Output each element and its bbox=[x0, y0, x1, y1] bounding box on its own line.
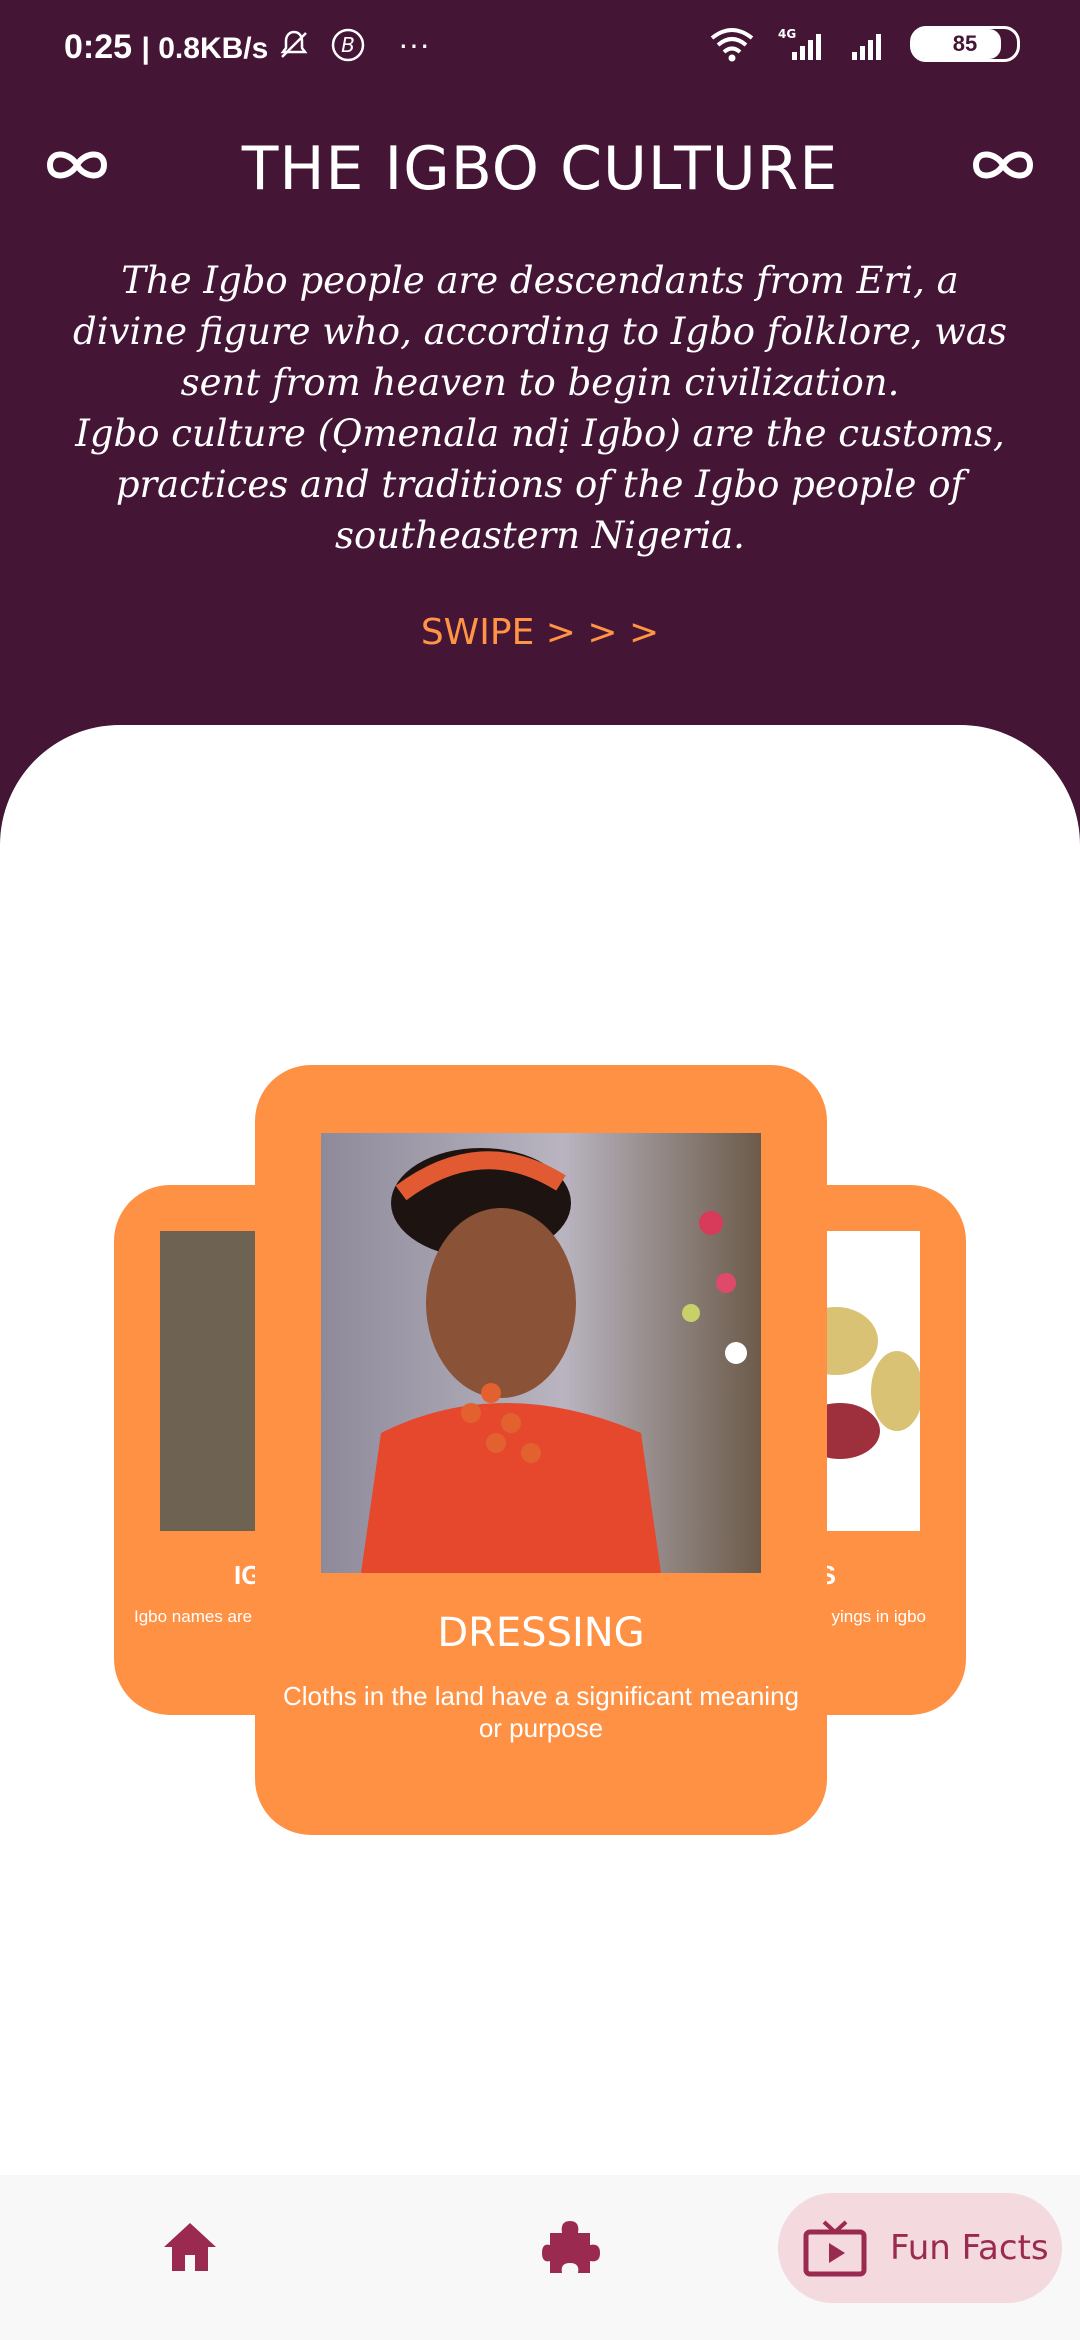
card-dressing-image bbox=[321, 1133, 761, 1573]
card-dressing-subtitle: Cloths in the land have a significant me… bbox=[283, 1681, 799, 1743]
card-dressing-title: DRESSING bbox=[437, 1610, 645, 1656]
tv-play-icon bbox=[803, 2220, 867, 2277]
wifi-icon bbox=[710, 28, 754, 62]
puzzle-icon[interactable] bbox=[540, 2215, 602, 2277]
status-time: 0:25 | 0.8KB/s bbox=[64, 28, 269, 66]
swipe-hint: SWIPE > > > bbox=[420, 612, 660, 653]
status-bar: 0:25 | 0.8KB/s B ··· 4G 85 bbox=[0, 0, 1080, 100]
status-icons-left: B ··· bbox=[276, 26, 430, 63]
svg-text:B: B bbox=[341, 33, 355, 57]
intro-paragraph-1: The Igbo people are descendants from Eri… bbox=[73, 259, 1007, 404]
home-icon[interactable] bbox=[160, 2217, 220, 2277]
svg-text:4G: 4G bbox=[778, 27, 796, 41]
battery-indicator: 85 bbox=[910, 26, 1020, 62]
card-dressing[interactable]: DRESSING Cloths in the land have a signi… bbox=[255, 1065, 827, 1835]
signal-4g-icon: 4G bbox=[778, 27, 821, 60]
nav-fun-facts[interactable]: Fun Facts bbox=[778, 2193, 1062, 2303]
nav-fun-facts-label: Fun Facts bbox=[890, 2228, 1049, 2268]
intro-text: The Igbo people are descendants from Eri… bbox=[60, 255, 1020, 561]
b-badge-icon: B bbox=[331, 28, 365, 61]
signal-icon bbox=[852, 34, 881, 60]
mute-bell-icon bbox=[280, 30, 308, 58]
intro-paragraph-2: Igbo culture (Ọmenala ndị Igbo) are the … bbox=[75, 412, 1005, 557]
infinity-icon bbox=[972, 151, 1034, 179]
net-speed: | 0.8KB/s bbox=[141, 32, 269, 65]
page-title: THE IGBO CULTURE bbox=[241, 134, 839, 204]
title-row: THE IGBO CULTURE bbox=[0, 130, 1080, 210]
bottom-navigation: Fun Facts bbox=[0, 2175, 1080, 2340]
more-dots: ··· bbox=[398, 26, 430, 62]
status-icons-right: 4G 85 bbox=[708, 26, 1020, 62]
